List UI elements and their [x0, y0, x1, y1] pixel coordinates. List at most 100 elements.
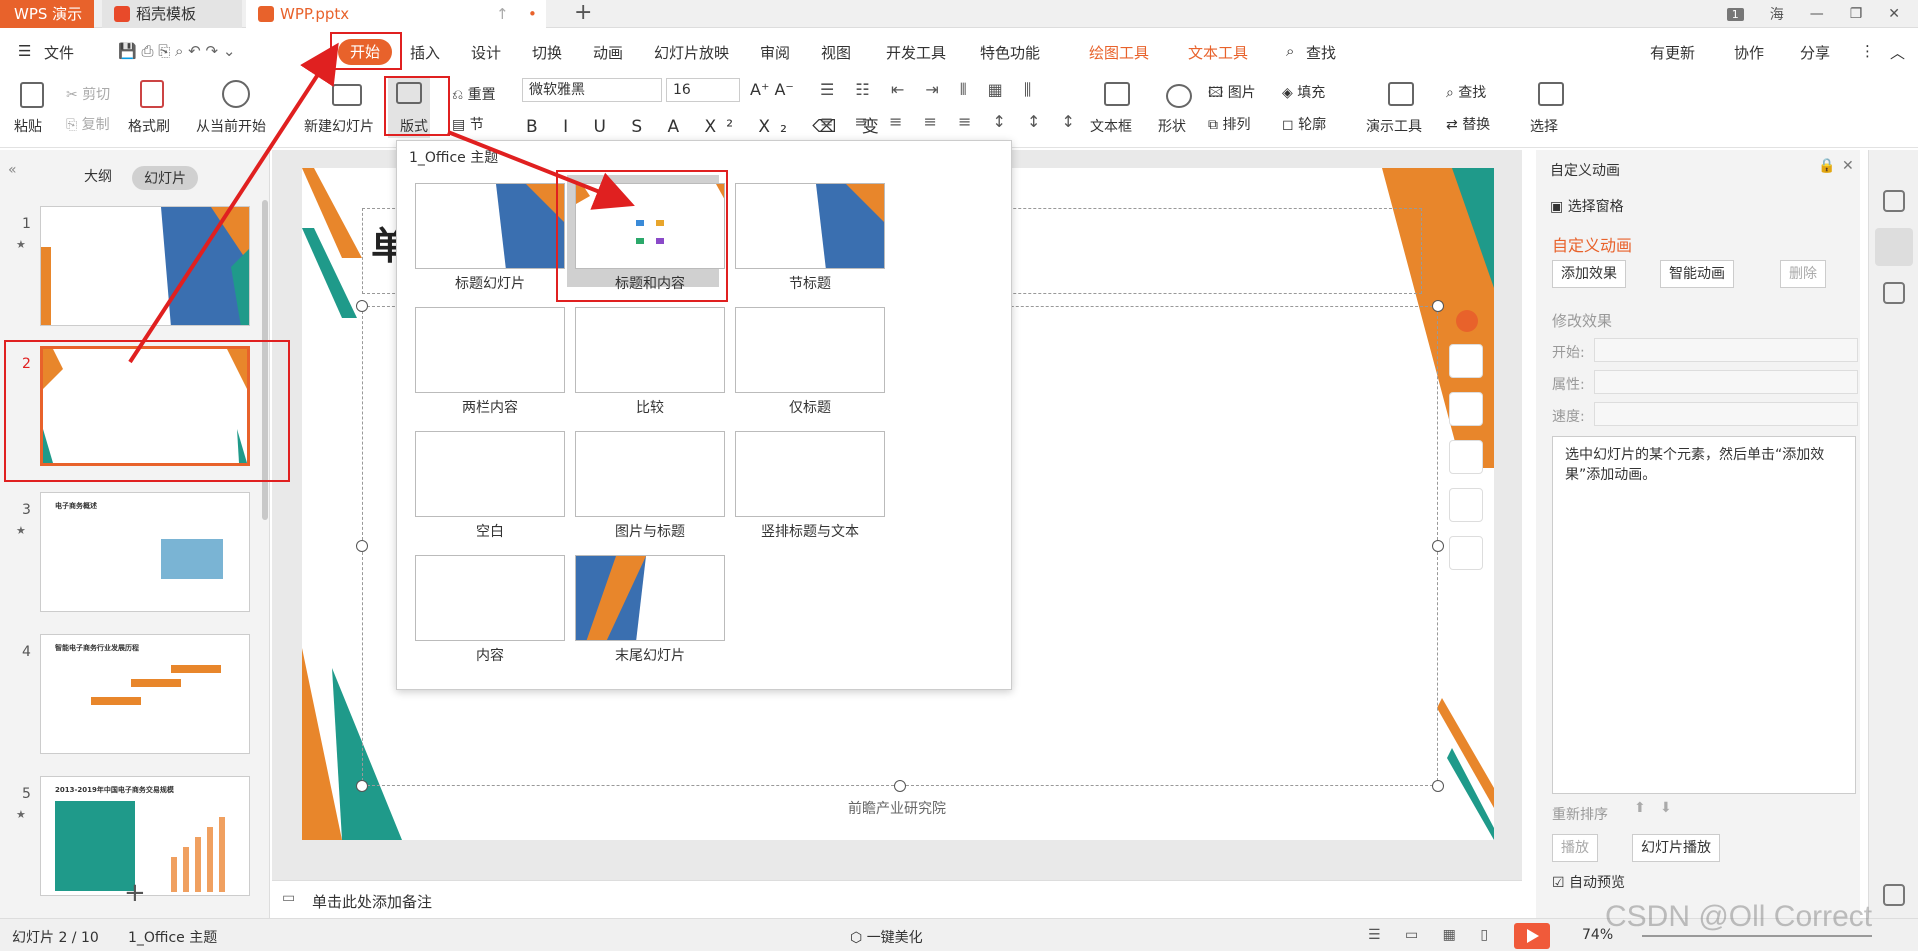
property-select[interactable]: [1594, 370, 1858, 394]
share-button[interactable]: 分享: [1800, 42, 1830, 63]
picture-button[interactable]: 🖾 图片: [1208, 82, 1256, 106]
play-button[interactable]: 播放: [1552, 834, 1598, 862]
tab-template[interactable]: 稻壳模板: [102, 0, 242, 28]
minimize-icon[interactable]: —: [1810, 6, 1824, 22]
smart-animation-button[interactable]: 智能动画: [1660, 260, 1734, 288]
search-icon[interactable]: ⌕: [1286, 42, 1294, 60]
layout-section-header[interactable]: 节标题: [727, 175, 885, 292]
animation-star-icon[interactable]: [1875, 228, 1913, 266]
tab-document[interactable]: WPP.pptx ↑ •: [246, 0, 546, 28]
new-tab-button[interactable]: +: [574, 0, 592, 26]
outline-button[interactable]: ◻ 轮廓: [1282, 114, 1326, 134]
arrange-button[interactable]: ⧉ 排列: [1208, 114, 1250, 134]
text-style-icon[interactable]: [1449, 536, 1483, 570]
select-icon[interactable]: [1538, 82, 1564, 106]
slide-thumb[interactable]: 电子商务概述: [40, 492, 250, 612]
speed-select[interactable]: [1594, 402, 1858, 426]
upload-icon[interactable]: ↑: [496, 0, 509, 28]
textbox-button[interactable]: 文本框: [1090, 116, 1132, 136]
more-icon[interactable]: ⋮: [1860, 42, 1875, 60]
tab-outline[interactable]: 大纲: [84, 166, 112, 186]
animation-list[interactable]: 选中幻灯片的某个元素，然后单击“添加效果”添加动画。: [1552, 436, 1856, 794]
list-indent-icons[interactable]: ☰ ☷ ⇤ ⇥ ⫴ ▦ ⫼: [820, 80, 1039, 100]
menu-find[interactable]: 查找: [1306, 42, 1336, 63]
resize-handle[interactable]: [1432, 540, 1444, 552]
beautify-button[interactable]: ⬡ 一键美化: [850, 927, 923, 947]
close-panel-icon[interactable]: ✕: [1842, 158, 1854, 174]
paste-icon[interactable]: [20, 82, 44, 108]
collapse-float-icon[interactable]: [1456, 310, 1478, 332]
quick-access-icons[interactable]: 💾 ⎙ ⎘ ⌕ ↶ ↷ ⌄: [118, 42, 235, 60]
restore-icon[interactable]: ❐: [1850, 6, 1863, 22]
page-badge[interactable]: 1: [1726, 7, 1744, 21]
font-name-select[interactable]: 微软雅黑: [522, 78, 662, 102]
collapse-ribbon-icon[interactable]: ︿: [1890, 42, 1905, 63]
layout-title-only[interactable]: 仅标题: [727, 299, 885, 416]
tab-design[interactable]: 设计: [471, 42, 501, 63]
reset-button[interactable]: ⎌ 重置: [452, 84, 496, 104]
tab-animation[interactable]: 动画: [593, 42, 623, 63]
tab-slideshow[interactable]: 幻灯片放映: [654, 42, 729, 63]
layout-end-slide[interactable]: 末尾幻灯片: [567, 547, 725, 664]
move-up-icon[interactable]: ⬆: [1634, 800, 1646, 816]
font-size-select[interactable]: 16: [666, 78, 740, 102]
tab-drawing-tools[interactable]: 绘图工具: [1089, 42, 1149, 63]
from-current-button[interactable]: 从当前开始: [196, 116, 266, 136]
fill-button[interactable]: ◈ 填充: [1282, 82, 1325, 102]
settings-icon[interactable]: [1883, 190, 1905, 212]
format-painter-icon[interactable]: [140, 80, 164, 108]
move-down-icon[interactable]: ⬇: [1660, 800, 1672, 816]
layout-comparison[interactable]: 比较: [567, 299, 725, 416]
resize-handle[interactable]: [1432, 300, 1444, 312]
pin-icon[interactable]: 🔒: [1818, 158, 1835, 174]
collapse-panel-icon[interactable]: «: [8, 162, 17, 178]
alignment-icons[interactable]: ≡ ≡ ≡ ≡ ≡ ↕ ↕ ↕: [820, 112, 1083, 131]
zoom-slider[interactable]: [1642, 935, 1872, 937]
paste-button[interactable]: 粘贴: [14, 116, 42, 136]
add-slide-icon[interactable]: +: [124, 878, 146, 908]
layout-title-slide[interactable]: 标题幻灯片: [407, 175, 565, 292]
slideshow-play-icon[interactable]: [1514, 923, 1550, 949]
layout-vertical-title[interactable]: 竖排标题与文本: [727, 423, 885, 540]
find-button[interactable]: ⌕ 查找: [1446, 82, 1486, 102]
menu-file[interactable]: 文件: [44, 42, 74, 63]
frame-icon[interactable]: [1449, 488, 1483, 522]
shape-button[interactable]: 形状: [1158, 116, 1186, 136]
resize-handle[interactable]: [894, 780, 906, 792]
close-icon[interactable]: ✕: [1888, 6, 1900, 22]
start-select[interactable]: [1594, 338, 1858, 362]
apps-icon[interactable]: [1883, 884, 1905, 906]
layers-icon[interactable]: [1449, 344, 1483, 378]
slide-thumb[interactable]: 智能电子商务行业发展历程: [40, 634, 250, 754]
tab-review[interactable]: 审阅: [760, 42, 790, 63]
tab-insert[interactable]: 插入: [410, 42, 440, 63]
resize-handle[interactable]: [356, 540, 368, 552]
format-painter-button[interactable]: 格式刷: [128, 116, 170, 136]
tab-view[interactable]: 视图: [821, 42, 851, 63]
textbox-icon[interactable]: [1104, 82, 1130, 106]
resize-handle[interactable]: [356, 300, 368, 312]
present-tools-icon[interactable]: [1388, 82, 1414, 106]
tab-text-tools[interactable]: 文本工具: [1188, 42, 1248, 63]
section-button[interactable]: ▤ 节: [452, 114, 484, 134]
new-slide-icon[interactable]: [332, 84, 362, 106]
auto-preview-checkbox[interactable]: ☑ 自动预览: [1552, 872, 1625, 892]
pen-icon[interactable]: [1449, 392, 1483, 426]
present-tools-button[interactable]: 演示工具: [1366, 116, 1422, 136]
layout-content[interactable]: 内容: [407, 547, 565, 664]
layout-blank[interactable]: 空白: [407, 423, 565, 540]
add-effect-button[interactable]: 添加效果: [1552, 260, 1626, 288]
resize-handle[interactable]: [356, 780, 368, 792]
select-button[interactable]: 选择: [1530, 116, 1558, 136]
fill-bucket-icon[interactable]: [1449, 440, 1483, 474]
update-button[interactable]: 有更新: [1650, 42, 1695, 63]
tab-transition[interactable]: 切换: [532, 42, 562, 63]
tab-slides[interactable]: 幻灯片: [132, 166, 198, 190]
panel-header[interactable]: 自定义动画: [1550, 160, 1620, 180]
app-tab[interactable]: WPS 演示: [0, 0, 94, 28]
copy-button[interactable]: ⎘ 复制: [66, 114, 110, 134]
view-mode-icons[interactable]: ☰ ▭ ▦ ▯: [1368, 927, 1498, 943]
user-name[interactable]: 海: [1770, 4, 1784, 24]
play-from-current-icon[interactable]: [222, 80, 250, 108]
delete-button[interactable]: 删除: [1780, 260, 1826, 288]
